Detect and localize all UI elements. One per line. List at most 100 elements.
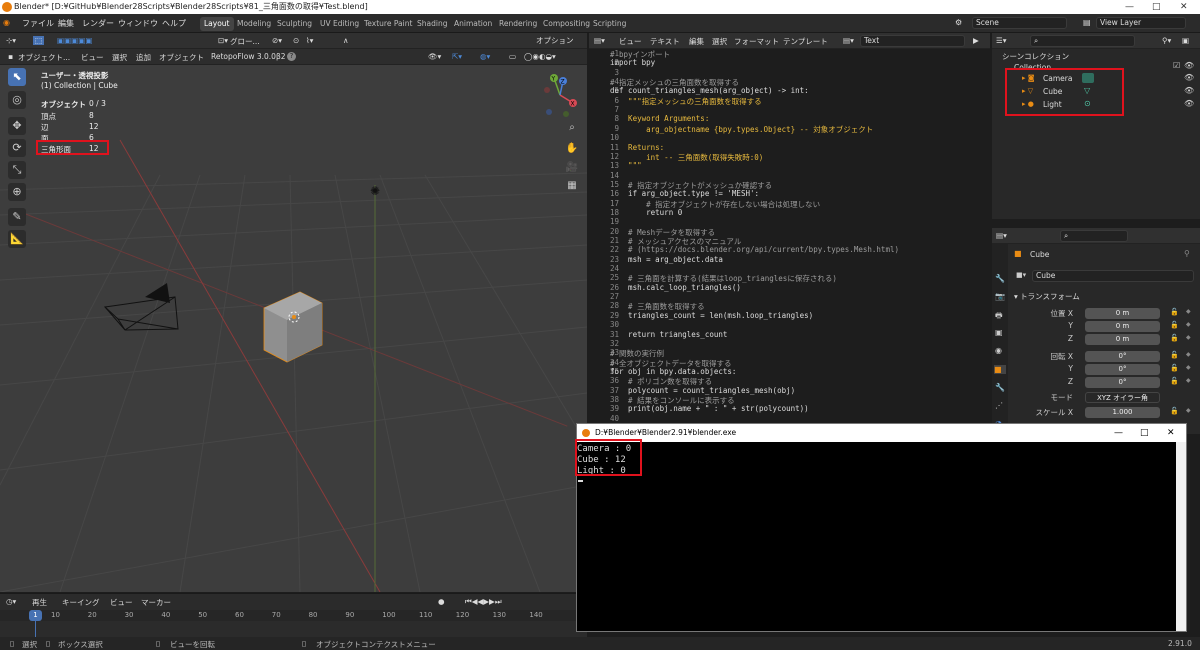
console-minimize-button[interactable]: — bbox=[1114, 424, 1123, 442]
code-line[interactable]: for obj in bpy.data.objects: bbox=[610, 367, 736, 376]
world-tab-icon[interactable]: ◉ bbox=[995, 346, 1002, 355]
outliner-search-input[interactable]: ⌕ bbox=[1030, 35, 1135, 47]
keyframe-dot-icon[interactable]: ◆ bbox=[1186, 377, 1191, 384]
transform-value-field[interactable]: 1.000 bbox=[1085, 407, 1160, 418]
blender-menu-icon[interactable]: ◉ bbox=[3, 18, 10, 27]
keying-menu[interactable]: キーイング bbox=[62, 597, 100, 608]
menu-file[interactable]: ファイル bbox=[22, 18, 54, 29]
visibility-icon[interactable]: 👁▾ bbox=[428, 52, 441, 61]
scene-selector[interactable]: Scene bbox=[972, 17, 1067, 29]
mode-dropdown[interactable]: オブジェクト... bbox=[18, 52, 70, 63]
text-view-menu[interactable]: ビュー bbox=[619, 36, 642, 47]
navigation-gizmo[interactable]: Y X Z bbox=[535, 70, 585, 120]
code-line[interactable]: return triangles_count bbox=[610, 330, 727, 339]
render-tab-icon[interactable]: 📷 bbox=[995, 292, 1005, 301]
tab-shading[interactable]: Shading bbox=[413, 17, 451, 31]
text-editor-type-icon[interactable]: ▤▾ bbox=[594, 36, 605, 45]
code-line[interactable]: Returns: bbox=[610, 143, 664, 152]
transform-value-field[interactable]: 0° bbox=[1085, 351, 1160, 362]
playback-menu[interactable]: 再生 bbox=[32, 597, 47, 608]
code-line[interactable]: return 0 bbox=[610, 208, 682, 217]
console-maximize-button[interactable]: □ bbox=[1140, 424, 1149, 442]
gizmo-toggle-icon[interactable]: ⇱▾ bbox=[452, 52, 462, 61]
cursor-tool-button[interactable]: ◎ bbox=[8, 91, 26, 109]
view-layer-tab-icon[interactable]: ▣ bbox=[995, 328, 1003, 337]
select-mode-icons[interactable]: ▣▣▣▣▣ bbox=[57, 36, 92, 45]
tool-tab-icon[interactable]: 🔧 bbox=[995, 274, 1005, 283]
properties-type-icon[interactable]: ▤▾ bbox=[996, 231, 1007, 240]
console-window[interactable]: D:¥Blender¥Blender2.91¥blender.exe — □ ✕… bbox=[575, 423, 1187, 632]
object-data-icon[interactable]: ■▾ bbox=[1016, 271, 1026, 279]
run-script-button[interactable]: ▶ bbox=[973, 36, 979, 45]
menu-window[interactable]: ウィンドウ bbox=[118, 18, 158, 29]
select-tool-icon[interactable]: ⬚ bbox=[33, 36, 45, 45]
retopoflow-menu[interactable]: RetopoFlow 3.0.0β2 bbox=[211, 52, 286, 61]
filter-icon[interactable]: ⚲▾ bbox=[1162, 36, 1171, 45]
measure-tool-button[interactable]: 📐 bbox=[8, 230, 26, 248]
pin-icon[interactable]: ⚲ bbox=[1184, 249, 1190, 258]
transform-value-field[interactable]: 0 m bbox=[1085, 334, 1160, 345]
editor-type-icon[interactable]: ⊹▾ bbox=[6, 36, 16, 45]
lock-icon[interactable]: 🔓 bbox=[1170, 351, 1179, 359]
code-line[interactable]: """ bbox=[610, 161, 642, 170]
add-menu[interactable]: 追加 bbox=[136, 52, 151, 63]
lock-icon[interactable]: 🔓 bbox=[1170, 308, 1179, 316]
transform-section-toggle[interactable]: ▾ トランスフォーム bbox=[1014, 291, 1080, 302]
maximize-button[interactable]: □ bbox=[1152, 0, 1161, 14]
timeline-type-icon[interactable]: ◷▾ bbox=[6, 597, 16, 606]
output-tab-icon[interactable]: 🖶 bbox=[995, 310, 1003, 324]
view-layer-selector[interactable]: View Layer bbox=[1096, 17, 1186, 29]
pivot-dropdown[interactable]: グロー... bbox=[230, 36, 260, 47]
camera-view-icon[interactable]: 🎥 bbox=[565, 162, 579, 176]
menu-render[interactable]: レンダー bbox=[82, 18, 114, 29]
view-menu[interactable]: ビュー bbox=[81, 52, 104, 63]
text-datablock-icon[interactable]: ▤▾ bbox=[843, 36, 854, 45]
transform-pivot-icon[interactable]: ⊡▾ bbox=[218, 36, 228, 45]
text-text-menu[interactable]: テキスト bbox=[650, 36, 680, 47]
playback-controls[interactable]: ⏮◀◀▶▶⏭ bbox=[465, 597, 502, 607]
console-scrollbar[interactable] bbox=[1176, 442, 1186, 631]
overlay-toggle-icon[interactable]: ◍▾ bbox=[480, 52, 490, 61]
text-editor-code[interactable]: 1 # bpyインポート 2 import bpy 3 4 # 指定メッシュの三角面数を取得… bbox=[589, 49, 990, 422]
text-edit-menu[interactable]: 編集 bbox=[689, 36, 704, 47]
transform-value-field[interactable]: 0 m bbox=[1085, 308, 1160, 319]
help-icon[interactable]: ? bbox=[287, 52, 296, 61]
tab-layout[interactable]: Layout bbox=[200, 17, 234, 31]
properties-search-input[interactable]: ⌕ bbox=[1060, 230, 1128, 242]
tab-compositing[interactable]: Compositing bbox=[539, 17, 594, 31]
tab-texture-paint[interactable]: Texture Paint bbox=[360, 17, 416, 31]
close-button[interactable]: ✕ bbox=[1180, 0, 1188, 14]
code-line[interactable]: print(obj.name + " : " + str(polycount)) bbox=[610, 404, 809, 413]
text-format-menu[interactable]: フォーマット bbox=[734, 36, 779, 47]
code-line[interactable]: """指定メッシュの三角面数を取得する bbox=[610, 96, 762, 107]
code-line[interactable]: polycount = count_triangles_mesh(obj) bbox=[610, 386, 795, 395]
marker-menu[interactable]: マーカー bbox=[141, 597, 171, 608]
code-line[interactable]: arg_objectname {bpy.types.Object} -- 対象オ… bbox=[610, 124, 873, 135]
transform-value-field[interactable]: XYZ オイラー角 bbox=[1085, 392, 1160, 403]
code-line[interactable]: msh.calc_loop_triangles() bbox=[610, 283, 741, 292]
lock-icon[interactable]: 🔓 bbox=[1170, 334, 1179, 342]
code-line[interactable]: # (https://docs.blender.org/api/current/… bbox=[610, 245, 899, 254]
scale-tool-button[interactable]: ⤡ bbox=[8, 161, 26, 179]
text-templates-menu[interactable]: テンプレート bbox=[783, 36, 828, 47]
proportional-icon[interactable]: ⊙ bbox=[293, 36, 299, 45]
3d-viewport[interactable]: ✺ ⬉ ◎ ✥ ⟳ ⤡ ⊕ ✎ 📐 ユーザー・透視投影 (1) Collecti… bbox=[0, 65, 587, 592]
transform-value-field[interactable]: 0° bbox=[1085, 377, 1160, 388]
text-select-menu[interactable]: 選択 bbox=[712, 36, 727, 47]
modifier-tab-icon[interactable]: 🔧 bbox=[995, 383, 1005, 392]
tab-scripting[interactable]: Scripting bbox=[589, 17, 630, 31]
tab-modeling[interactable]: Modeling bbox=[233, 17, 275, 31]
cube-visibility-icon[interactable]: 👁 bbox=[1184, 86, 1194, 95]
select-box-tool-button[interactable]: ⬉ bbox=[8, 68, 26, 86]
move-tool-button[interactable]: ✥ bbox=[8, 117, 26, 135]
timeline-view-menu[interactable]: ビュー bbox=[110, 597, 133, 608]
menu-help[interactable]: ヘルプ bbox=[162, 18, 186, 29]
text-filename-field[interactable]: Text bbox=[860, 35, 965, 47]
snap-icon[interactable]: ⊘▾ bbox=[272, 36, 282, 45]
record-button[interactable]: ● bbox=[438, 597, 445, 606]
pan-hand-icon[interactable]: ✋ bbox=[565, 143, 579, 157]
code-line[interactable]: msh = arg_object.data bbox=[610, 255, 723, 264]
zoom-icon[interactable]: ⌕ bbox=[565, 122, 579, 136]
transform-value-field[interactable]: 0 m bbox=[1085, 321, 1160, 332]
minimize-button[interactable]: — bbox=[1125, 0, 1134, 14]
